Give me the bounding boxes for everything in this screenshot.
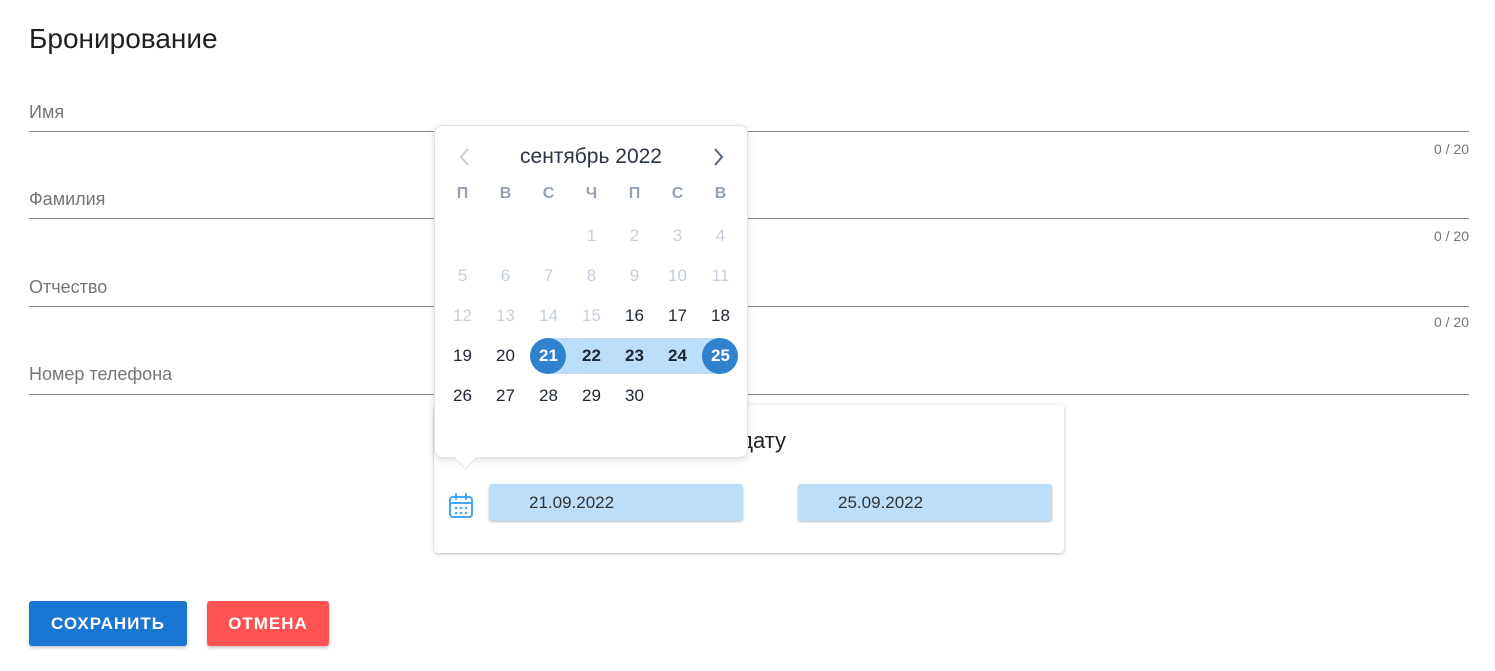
- patronymic-field[interactable]: Отчество 0 / 20: [29, 275, 1469, 345]
- calendar-day[interactable]: 17: [656, 296, 699, 336]
- cancel-button[interactable]: ОТМЕНА: [207, 601, 329, 646]
- first-name-underline: [29, 131, 1469, 132]
- calendar-day[interactable]: 18: [699, 296, 742, 336]
- weekday-label: С: [542, 185, 555, 202]
- calendar-week-row: 26 27 28 29 30: [441, 376, 742, 416]
- calendar-week-row: 1 2 3 4: [441, 216, 742, 256]
- first-name-field[interactable]: Имя 0 / 20: [29, 100, 1469, 170]
- calendar-day[interactable]: 19: [441, 336, 484, 376]
- calendar-day[interactable]: 16: [613, 296, 656, 336]
- month-title: сентябрь 2022: [520, 145, 662, 168]
- calendar-day-disabled: 6: [500, 266, 511, 285]
- weekday-label: В: [499, 185, 512, 202]
- calendar-week-row: 19 20 21 22 23 24 25: [441, 336, 742, 376]
- calendar-empty-cell: [527, 216, 570, 256]
- calendar-icon[interactable]: [448, 493, 474, 519]
- date-picker-popup: сентябрь 2022 ПВСЧПСВ 1 2 3 4 5 6 7 8 9 10 11 12 13 1…: [434, 125, 748, 470]
- calendar-empty-cell: [699, 376, 742, 416]
- calendar-day-disabled: 2: [629, 226, 640, 245]
- weekday-label: П: [456, 185, 469, 202]
- calendar-day-in-range[interactable]: 24: [656, 336, 699, 376]
- chevron-right-icon[interactable]: [706, 144, 730, 170]
- weekday-header: ПВСЧПСВ: [441, 176, 742, 216]
- last-name-field[interactable]: Фамилия 0 / 20: [29, 187, 1469, 257]
- calendar-day-disabled: 15: [582, 306, 601, 325]
- calendar-empty-cell: [484, 216, 527, 256]
- calendar-day-range-start[interactable]: 21: [527, 336, 570, 376]
- calendar-day-in-range[interactable]: 23: [613, 336, 656, 376]
- save-button[interactable]: СОХРАНИТЬ: [29, 601, 187, 646]
- calendar-day-disabled: 11: [711, 266, 730, 285]
- calendar-empty-cell: [656, 376, 699, 416]
- last-name-counter: 0 / 20: [1433, 228, 1469, 244]
- calendar-day-disabled: 10: [668, 266, 687, 285]
- calendar-day-in-range[interactable]: 22: [570, 336, 613, 376]
- calendar-day[interactable]: 27: [484, 376, 527, 416]
- calendar-day[interactable]: 26: [441, 376, 484, 416]
- page-title: Бронирование: [29, 23, 218, 54]
- calendar-day-disabled: 13: [496, 306, 515, 325]
- last-name-underline: [29, 218, 1469, 219]
- calendar-day-disabled: 3: [672, 226, 683, 245]
- calendar-day-disabled: 14: [539, 306, 558, 325]
- calendar-day-disabled: 1: [586, 226, 597, 245]
- calendar-day[interactable]: 20: [484, 336, 527, 376]
- first-name-counter: 0 / 20: [1433, 141, 1469, 157]
- patronymic-label: Отчество: [29, 277, 108, 297]
- weekday-label: С: [671, 185, 684, 202]
- weekday-label: П: [628, 185, 641, 202]
- patronymic-counter: 0 / 20: [1433, 314, 1469, 330]
- weekday-label: Ч: [585, 185, 598, 202]
- first-name-label: Имя: [29, 102, 65, 122]
- calendar-empty-cell: [441, 216, 484, 256]
- calendar-day-disabled: 12: [453, 306, 472, 325]
- phone-label: Номер телефона: [29, 364, 173, 384]
- calendar-day-disabled: 8: [586, 266, 597, 285]
- calendar-day-disabled: 9: [629, 266, 640, 285]
- calendar-day[interactable]: 30: [613, 376, 656, 416]
- calendar-day[interactable]: 28: [527, 376, 570, 416]
- calendar-day[interactable]: 29: [570, 376, 613, 416]
- phone-field[interactable]: Номер телефона: [29, 362, 1469, 402]
- chevron-left-icon[interactable]: [453, 144, 477, 170]
- start-date-input[interactable]: [489, 484, 743, 521]
- end-date-input[interactable]: [798, 484, 1052, 521]
- last-name-label: Фамилия: [29, 189, 106, 209]
- calendar-week-row: 12 13 14 15 16 17 18: [441, 296, 742, 336]
- calendar-day-disabled: 4: [715, 226, 726, 245]
- calendar-grid: ПВСЧПСВ 1 2 3 4 5 6 7 8 9 10 11 12 13 14 15 16 17 18 19 20 2…: [441, 176, 742, 416]
- calendar-day-disabled: 5: [457, 266, 468, 285]
- calendar-week-row: 5 6 7 8 9 10 11: [441, 256, 742, 296]
- calendar-day-range-end[interactable]: 25: [699, 336, 742, 376]
- calendar-day-disabled: 7: [543, 266, 554, 285]
- phone-underline: [29, 394, 1469, 395]
- weekday-label: В: [714, 185, 727, 202]
- patronymic-underline: [29, 306, 1469, 307]
